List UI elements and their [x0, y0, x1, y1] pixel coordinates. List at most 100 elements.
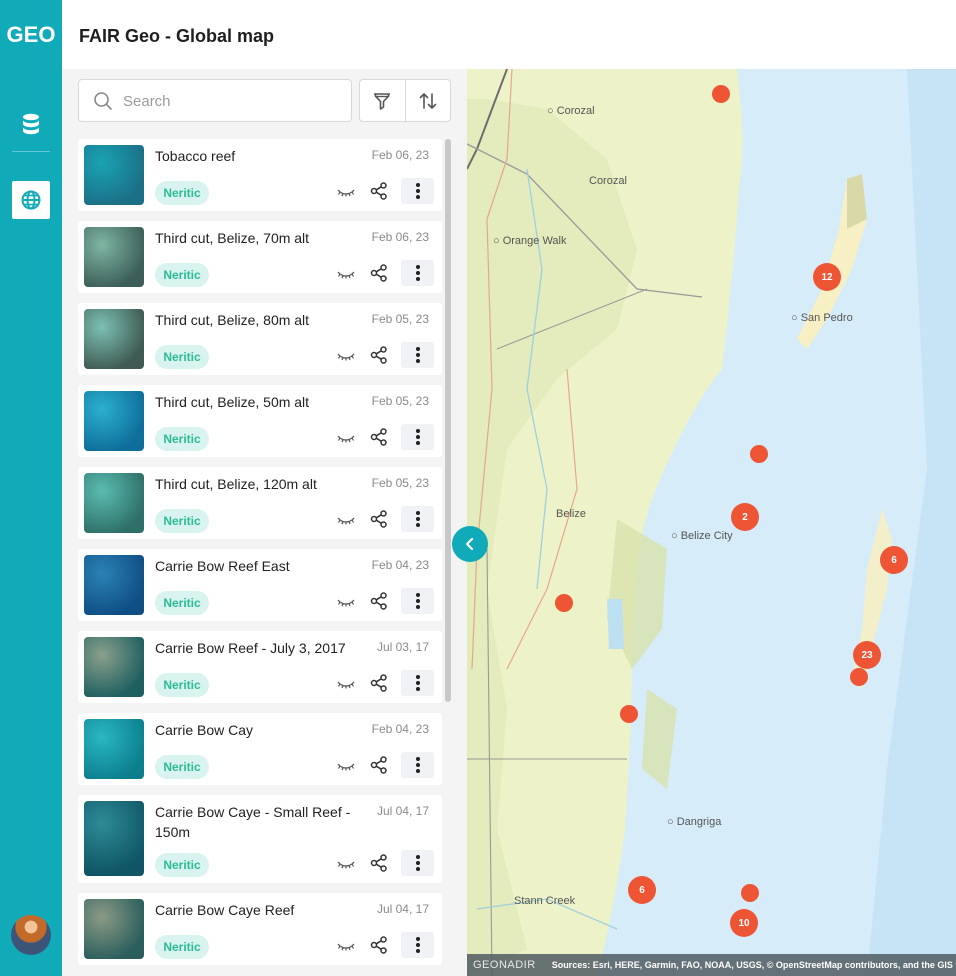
- rail-divider: [12, 151, 50, 152]
- dataset-card[interactable]: Carrie Bow Caye - Small Reef - 150m Jul …: [78, 795, 442, 883]
- more-options-button[interactable]: [401, 588, 434, 614]
- map-marker[interactable]: [712, 85, 730, 103]
- share-button[interactable]: [370, 592, 388, 615]
- dataset-card[interactable]: Carrie Bow Reef East Feb 04, 23 Neritic: [78, 549, 442, 621]
- share-button[interactable]: [370, 346, 388, 369]
- more-options-button[interactable]: [401, 506, 434, 532]
- map-marker[interactable]: [850, 668, 868, 686]
- ecosystem-tag: Neritic: [155, 591, 209, 615]
- map-marker[interactable]: [620, 705, 638, 723]
- dataset-card[interactable]: Third cut, Belize, 70m alt Feb 06, 23 Ne…: [78, 221, 442, 293]
- map-view[interactable]: ○ Corozal Corozal ○ Orange Walk ○ San Pe…: [467, 69, 956, 976]
- more-options-button[interactable]: [401, 752, 434, 778]
- dataset-card[interactable]: Tobacco reef Feb 06, 23 Neritic: [78, 139, 442, 211]
- dataset-title[interactable]: Third cut, Belize, 70m alt: [155, 228, 365, 248]
- dataset-date: Feb 06, 23: [371, 230, 429, 244]
- dataset-card[interactable]: Third cut, Belize, 120m alt Feb 05, 23 N…: [78, 467, 442, 539]
- share-icon: [370, 592, 387, 610]
- map-cluster[interactable]: 10: [730, 909, 758, 937]
- map-marker[interactable]: [741, 884, 759, 902]
- share-button[interactable]: [370, 182, 388, 205]
- toggle-visibility-button[interactable]: [337, 677, 355, 695]
- dataset-title[interactable]: Carrie Bow Reef - July 3, 2017: [155, 638, 365, 658]
- dataset-card[interactable]: Carrie Bow Reef - July 3, 2017 Jul 03, 1…: [78, 631, 442, 703]
- share-button[interactable]: [370, 854, 388, 877]
- share-button[interactable]: [370, 936, 388, 959]
- share-button[interactable]: [370, 428, 388, 451]
- dataset-thumbnail[interactable]: [84, 309, 144, 369]
- more-options-button[interactable]: [401, 932, 434, 958]
- dataset-title[interactable]: Carrie Bow Cay: [155, 720, 365, 740]
- list-scrollbar[interactable]: [445, 139, 451, 702]
- dataset-thumbnail[interactable]: [84, 555, 144, 615]
- toggle-visibility-button[interactable]: [337, 267, 355, 285]
- toggle-visibility-button[interactable]: [337, 431, 355, 449]
- dataset-card[interactable]: Carrie Bow Cay Feb 04, 23 Neritic: [78, 713, 442, 785]
- dataset-title[interactable]: Carrie Bow Reef East: [155, 556, 365, 576]
- dataset-date: Jul 04, 17: [376, 902, 429, 916]
- more-options-button[interactable]: [401, 424, 434, 450]
- more-options-button[interactable]: [401, 178, 434, 204]
- eye-closed-icon: [337, 517, 355, 525]
- dataset-title[interactable]: Tobacco reef: [155, 146, 365, 166]
- search-box[interactable]: [78, 79, 352, 122]
- attribution-sources: Sources: Esri, HERE, Garmin, FAO, NOAA, …: [551, 960, 956, 970]
- map-cluster[interactable]: 2: [731, 503, 759, 531]
- eye-closed-icon: [337, 681, 355, 689]
- dataset-date: Feb 05, 23: [371, 476, 429, 490]
- rail-item-global-map[interactable]: [12, 181, 50, 219]
- share-button[interactable]: [370, 510, 388, 533]
- dataset-card[interactable]: Carrie Bow Caye Reef Jul 04, 17 Neritic: [78, 893, 442, 965]
- toggle-visibility-button[interactable]: [337, 857, 355, 875]
- more-options-button[interactable]: [401, 260, 434, 286]
- dataset-date: Jul 03, 17: [376, 640, 429, 654]
- dataset-title[interactable]: Carrie Bow Caye Reef: [155, 900, 365, 920]
- toggle-visibility-button[interactable]: [337, 759, 355, 777]
- eye-closed-icon: [337, 599, 355, 607]
- user-avatar[interactable]: [11, 915, 51, 955]
- dataset-title[interactable]: Third cut, Belize, 50m alt: [155, 392, 365, 412]
- toggle-visibility-button[interactable]: [337, 513, 355, 531]
- sort-button[interactable]: [404, 80, 450, 121]
- more-options-button[interactable]: [401, 670, 434, 696]
- share-button[interactable]: [370, 264, 388, 287]
- toggle-visibility-button[interactable]: [337, 939, 355, 957]
- share-button[interactable]: [370, 756, 388, 779]
- map-cluster[interactable]: 12: [813, 263, 841, 291]
- dataset-card[interactable]: Third cut, Belize, 80m alt Feb 05, 23 Ne…: [78, 303, 442, 375]
- eye-closed-icon: [337, 861, 355, 869]
- dataset-title[interactable]: Carrie Bow Caye - Small Reef - 150m: [155, 802, 365, 842]
- share-button[interactable]: [370, 674, 388, 697]
- dataset-thumbnail[interactable]: [84, 719, 144, 779]
- dataset-thumbnail[interactable]: [84, 801, 144, 876]
- map-cluster[interactable]: 6: [880, 546, 908, 574]
- toggle-visibility-button[interactable]: [337, 185, 355, 203]
- dataset-thumbnail[interactable]: [84, 227, 144, 287]
- rail-item-datasets[interactable]: [12, 105, 50, 143]
- dataset-thumbnail[interactable]: [84, 473, 144, 533]
- dataset-thumbnail[interactable]: [84, 899, 144, 959]
- ecosystem-tag: Neritic: [155, 427, 209, 451]
- map-marker[interactable]: [555, 594, 573, 612]
- dataset-card[interactable]: Third cut, Belize, 50m alt Feb 05, 23 Ne…: [78, 385, 442, 457]
- map-attribution: GEONADIR Sources: Esri, HERE, Garmin, FA…: [467, 954, 956, 976]
- map-cluster[interactable]: 23: [853, 641, 881, 669]
- dataset-title[interactable]: Third cut, Belize, 120m alt: [155, 474, 365, 494]
- place-label: Belize: [556, 508, 586, 520]
- map-marker[interactable]: [750, 445, 768, 463]
- toggle-visibility-button[interactable]: [337, 595, 355, 613]
- dataset-thumbnail[interactable]: [84, 637, 144, 697]
- dataset-thumbnail[interactable]: [84, 145, 144, 205]
- dataset-thumbnail[interactable]: [84, 391, 144, 451]
- map-cluster[interactable]: 6: [628, 876, 656, 904]
- more-options-button[interactable]: [401, 342, 434, 368]
- app-logo[interactable]: GEO: [0, 22, 62, 48]
- dataset-title[interactable]: Third cut, Belize, 80m alt: [155, 310, 365, 330]
- more-options-button[interactable]: [401, 850, 434, 876]
- geonadir-logo[interactable]: GEONADIR: [473, 959, 536, 971]
- collapse-panel-button[interactable]: [452, 526, 488, 562]
- globe-icon: [21, 190, 41, 210]
- search-input[interactable]: [123, 90, 333, 112]
- filter-button[interactable]: [360, 80, 405, 121]
- toggle-visibility-button[interactable]: [337, 349, 355, 367]
